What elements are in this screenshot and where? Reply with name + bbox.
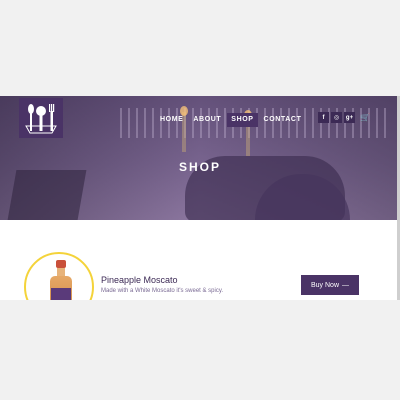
main-nav: HOME ABOUT SHOP CONTACT — [156, 113, 305, 127]
product-description: Made with a White Moscato it's sweet & s… — [101, 288, 224, 294]
website-frame: HOME ABOUT SHOP CONTACT f ◎ g+ 🛒 SHOP Pi… — [0, 96, 400, 300]
bottle-neck — [57, 268, 65, 276]
nav-home[interactable]: HOME — [156, 113, 187, 127]
site-logo[interactable] — [19, 98, 63, 138]
utensils-logo-icon — [25, 104, 57, 134]
bottle-cap — [56, 260, 66, 268]
facebook-icon[interactable]: f — [318, 112, 329, 123]
product-list: Pineapple Moscato Made with a White Mosc… — [0, 220, 400, 300]
product-image[interactable] — [24, 252, 94, 300]
hero-table-image — [7, 170, 87, 220]
letterbox-top — [0, 0, 400, 96]
instagram-icon[interactable]: ◎ — [331, 112, 342, 123]
nav-shop[interactable]: SHOP — [227, 113, 258, 127]
cart-icon[interactable]: 🛒 — [360, 111, 370, 123]
bottle-label — [51, 288, 71, 300]
letterbox-bottom — [0, 300, 400, 400]
nav-contact[interactable]: CONTACT — [260, 113, 306, 127]
page-title: SHOP — [178, 160, 221, 174]
hero-banner: HOME ABOUT SHOP CONTACT f ◎ g+ 🛒 SHOP — [0, 96, 400, 220]
nav-about[interactable]: ABOUT — [189, 113, 225, 127]
product-name[interactable]: Pineapple Moscato — [101, 275, 178, 285]
buy-now-button[interactable]: Buy Now — — [301, 275, 359, 295]
google-plus-icon[interactable]: g+ — [344, 112, 355, 123]
arrow-right-icon: — — [342, 281, 349, 289]
buy-now-label: Buy Now — [310, 281, 339, 289]
social-links: f ◎ g+ — [318, 112, 355, 123]
